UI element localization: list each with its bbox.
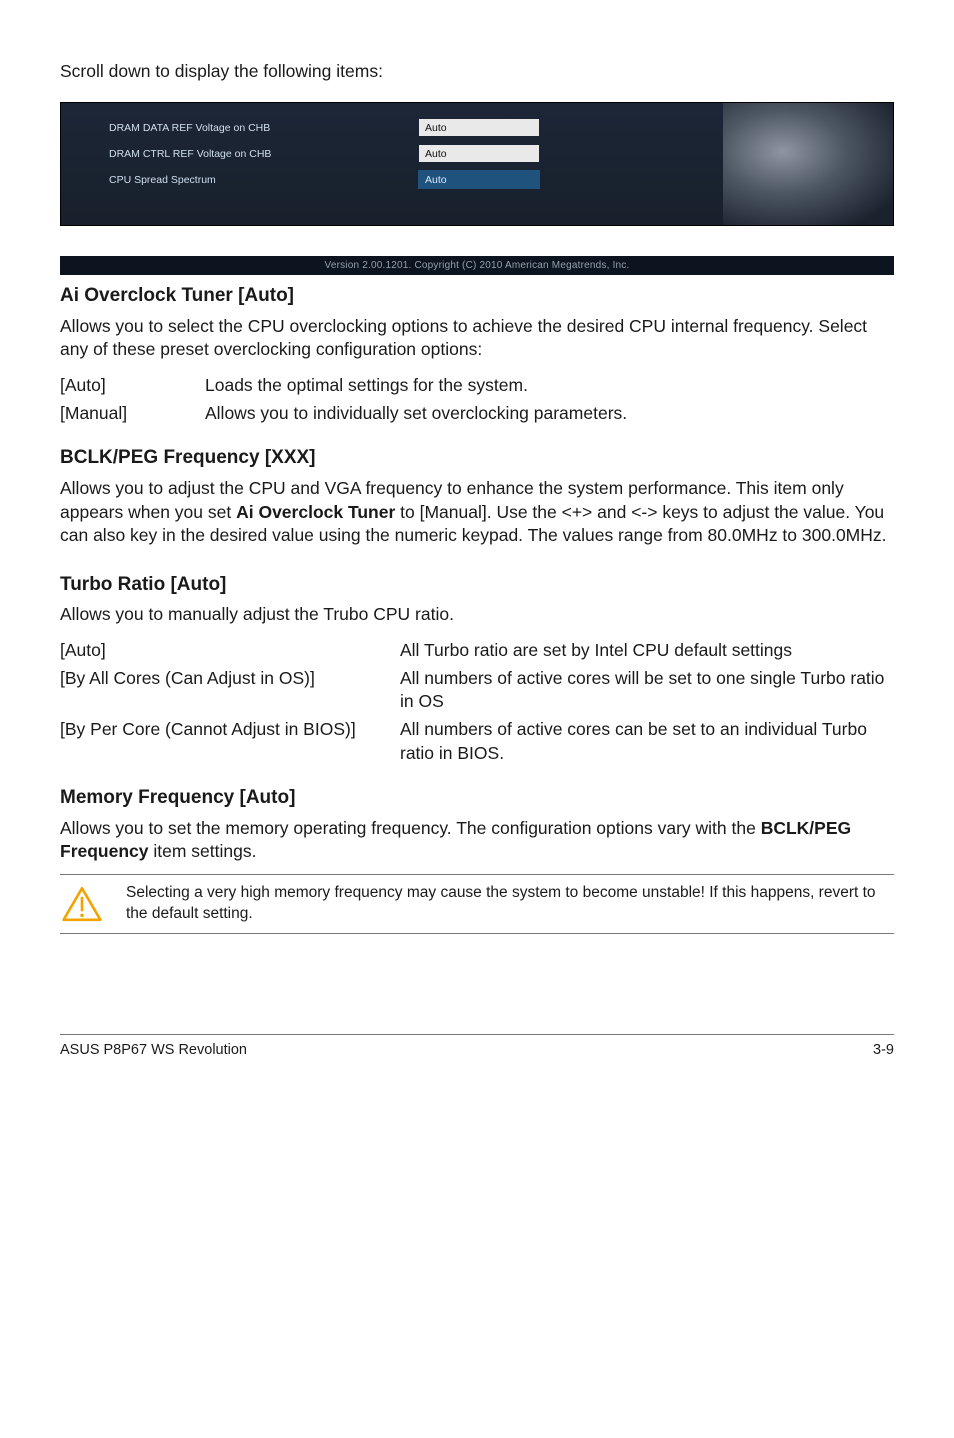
bios-row: DRAM CTRL REF Voltage on CHB Auto bbox=[109, 143, 699, 165]
section-desc: Allows you to select the CPU overclockin… bbox=[60, 315, 894, 362]
option-key: [Auto] bbox=[60, 637, 400, 665]
table-row: [By Per Core (Cannot Adjust in BIOS)]All… bbox=[60, 716, 894, 767]
table-row: [Manual]Allows you to individually set o… bbox=[60, 400, 894, 428]
desc-text: item settings. bbox=[149, 841, 257, 861]
desc-bold: Ai Overclock Tuner bbox=[236, 502, 395, 522]
option-value: Loads the optimal settings for the syste… bbox=[205, 372, 894, 400]
bios-settings-panel: DRAM DATA REF Voltage on CHB Auto DRAM C… bbox=[61, 103, 723, 225]
bios-setting-value-selected: Auto bbox=[419, 171, 539, 188]
definition-table: [Auto]Loads the optimal settings for the… bbox=[60, 372, 894, 427]
option-key: [Auto] bbox=[60, 372, 205, 400]
desc-text: Allows you to set the memory operating f… bbox=[60, 818, 761, 838]
bios-setting-label: CPU Spread Spectrum bbox=[109, 173, 419, 187]
section-heading-ai: Ai Overclock Tuner [Auto] bbox=[60, 283, 894, 309]
definition-table: [Auto]All Turbo ratio are set by Intel C… bbox=[60, 637, 894, 767]
page-footer: ASUS P8P67 WS Revolution 3-9 bbox=[60, 1034, 894, 1061]
bios-row: DRAM DATA REF Voltage on CHB Auto bbox=[109, 117, 699, 139]
option-key: [By All Cores (Can Adjust in OS)] bbox=[60, 665, 400, 716]
bios-row: CPU Spread Spectrum Auto bbox=[109, 169, 699, 191]
section-desc: Allows you to manually adjust the Trubo … bbox=[60, 603, 894, 627]
warning-callout: Selecting a very high memory frequency m… bbox=[60, 874, 894, 934]
bios-setting-label: DRAM DATA REF Voltage on CHB bbox=[109, 121, 419, 135]
intro-text: Scroll down to display the following ite… bbox=[60, 60, 894, 84]
bios-screenshot: DRAM DATA REF Voltage on CHB Auto DRAM C… bbox=[60, 102, 894, 276]
option-key: [By Per Core (Cannot Adjust in BIOS)] bbox=[60, 716, 400, 767]
warning-text: Selecting a very high memory frequency m… bbox=[126, 883, 894, 925]
table-row: [By All Cores (Can Adjust in OS)]All num… bbox=[60, 665, 894, 716]
bios-version-footer: Version 2.00.1201. Copyright (C) 2010 Am… bbox=[60, 256, 894, 276]
section-heading-memory: Memory Frequency [Auto] bbox=[60, 785, 894, 811]
table-row: [Auto]Loads the optimal settings for the… bbox=[60, 372, 894, 400]
bios-side-image bbox=[723, 103, 893, 225]
bios-setting-value: Auto bbox=[419, 145, 539, 162]
section-desc: Allows you to set the memory operating f… bbox=[60, 817, 894, 864]
warning-icon bbox=[60, 883, 104, 923]
bios-setting-label: DRAM CTRL REF Voltage on CHB bbox=[109, 147, 419, 161]
option-key: [Manual] bbox=[60, 400, 205, 428]
section-heading-bclk: BCLK/PEG Frequency [XXX] bbox=[60, 445, 894, 471]
section-desc: Allows you to adjust the CPU and VGA fre… bbox=[60, 477, 894, 548]
bios-setting-value: Auto bbox=[419, 119, 539, 136]
option-value: All Turbo ratio are set by Intel CPU def… bbox=[400, 637, 894, 665]
section-heading-turbo: Turbo Ratio [Auto] bbox=[60, 572, 894, 598]
footer-right: 3-9 bbox=[873, 1041, 894, 1061]
option-value: Allows you to individually set overclock… bbox=[205, 400, 894, 428]
option-value: All numbers of active cores will be set … bbox=[400, 665, 894, 716]
table-row: [Auto]All Turbo ratio are set by Intel C… bbox=[60, 637, 894, 665]
footer-left: ASUS P8P67 WS Revolution bbox=[60, 1041, 247, 1061]
option-value: All numbers of active cores can be set t… bbox=[400, 716, 894, 767]
